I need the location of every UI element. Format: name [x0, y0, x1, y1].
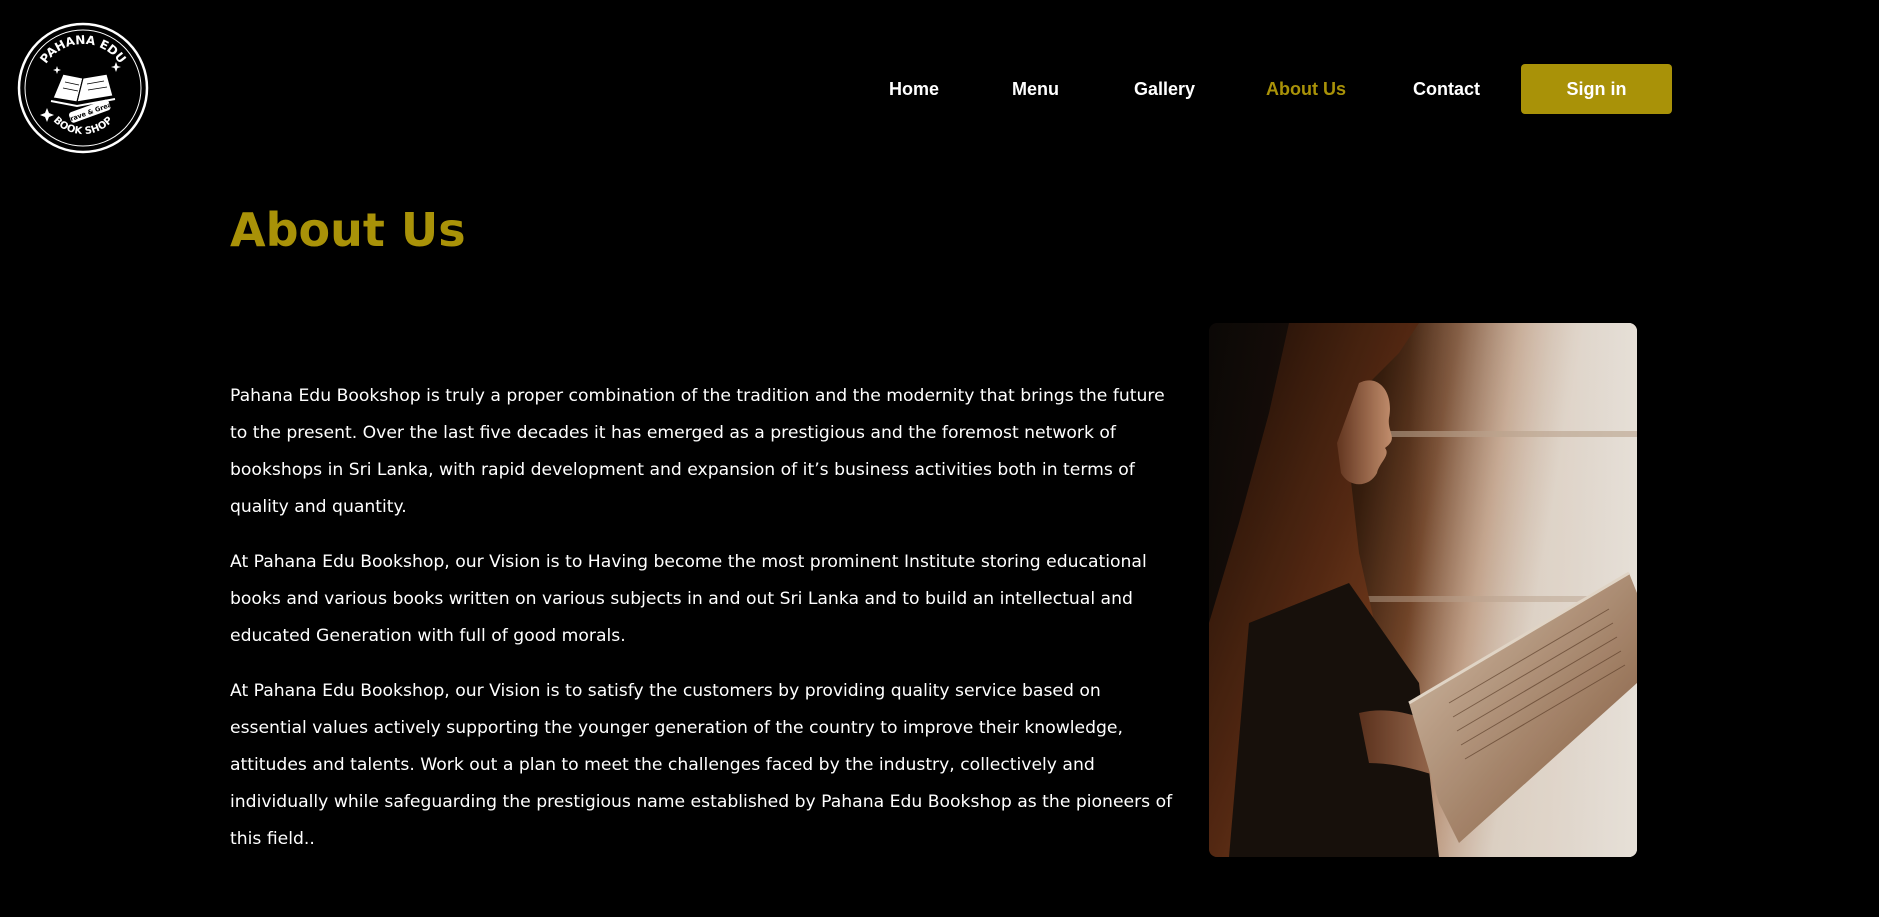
about-paragraph-mission: At Pahana Edu Bookshop, our Vision is to… [230, 681, 1173, 849]
page: PAHANA EDU BOOK SHOP Brave & Great Home … [0, 0, 1879, 917]
bookshop-logo[interactable]: PAHANA EDU BOOK SHOP Brave & Great [17, 22, 149, 154]
sign-in-button[interactable]: Sign in [1521, 64, 1672, 114]
nav-link-menu[interactable]: Menu [1012, 79, 1059, 100]
woman-reading-photo [1209, 323, 1637, 857]
reading-illustration [1209, 323, 1637, 857]
nav-link-contact[interactable]: Contact [1413, 79, 1480, 100]
nav-link-about-us[interactable]: About Us [1266, 79, 1346, 100]
nav-link-gallery[interactable]: Gallery [1134, 79, 1195, 100]
page-title: About Us [230, 203, 466, 257]
about-paragraph-vision: At Pahana Edu Bookshop, our Vision is to… [230, 552, 1147, 646]
about-content: Pahana Edu Bookshop is truly a proper co… [230, 378, 1175, 876]
about-paragraph-intro: Pahana Edu Bookshop is truly a proper co… [230, 386, 1165, 517]
nav-link-home[interactable]: Home [889, 79, 939, 100]
